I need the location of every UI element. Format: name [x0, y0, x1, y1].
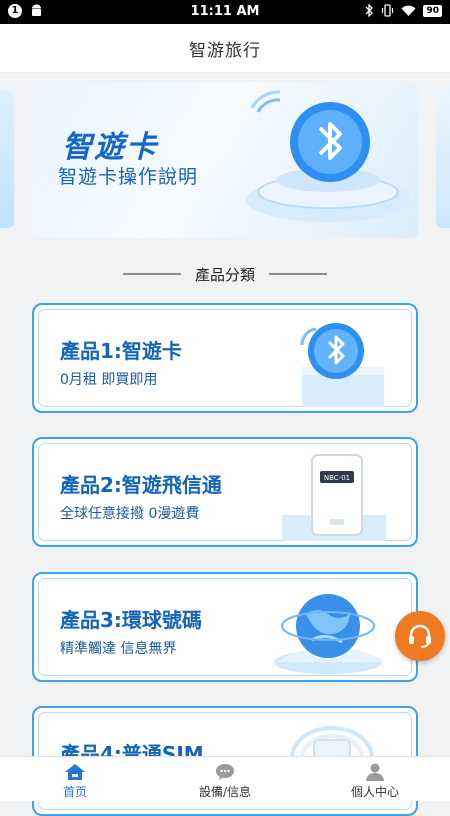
- product-title: 產品3:環球號碼: [60, 608, 202, 632]
- app-header: 智游旅行: [0, 24, 450, 73]
- bluetooth-card-icon: [300, 323, 384, 407]
- headset-icon: [409, 624, 431, 648]
- tab-profile[interactable]: 個人中心: [300, 757, 450, 801]
- status-bar: 1 11:11 AM 90: [0, 0, 450, 24]
- product-title: 產品2:智遊飛信通: [60, 473, 222, 497]
- page-title: 智游旅行: [189, 40, 261, 61]
- banner-subtitle: 智遊卡操作說明: [58, 166, 199, 188]
- banner-carousel[interactable]: 智遊卡 智遊卡操作說明: [0, 82, 450, 238]
- globe-icon: [274, 594, 384, 674]
- bluetooth-coin-illustration: [246, 90, 410, 222]
- product-card-1[interactable]: 產品1:智遊卡 0月租 即買即用: [32, 303, 418, 413]
- chat-icon: [216, 764, 234, 780]
- product-card-2[interactable]: 產品2:智遊飛信通 全球任意接撥 0漫遊費 NBC-01: [32, 437, 418, 547]
- divider-right: [269, 273, 327, 275]
- product-subtitle: 0月租 即買即用: [60, 372, 158, 388]
- product-title: 產品1:智遊卡: [60, 339, 182, 363]
- product-card-3[interactable]: 產品3:環球號碼 精準觸達 信息無界: [32, 572, 418, 682]
- home-icon: [65, 764, 85, 780]
- product-subtitle: 全球任意接撥 0漫遊費: [60, 506, 200, 522]
- customer-service-button[interactable]: [395, 611, 445, 661]
- battery-indicator: 90: [423, 4, 442, 17]
- device-label: NBC-01: [324, 474, 350, 482]
- person-icon: [366, 763, 384, 781]
- product-subtitle: 精準觸達 信息無界: [60, 641, 177, 657]
- bottom-tab-bar: 首页 設備/信息 個人中心: [0, 756, 450, 801]
- section-title: 產品分類: [194, 265, 255, 284]
- section-header: 產品分類: [0, 262, 450, 286]
- vibrate-icon: [382, 4, 394, 17]
- tab-device-info[interactable]: 設備/信息: [150, 757, 300, 801]
- banner-title: 智遊卡: [62, 130, 158, 165]
- tab-label: 個人中心: [350, 785, 399, 799]
- tab-label: 首页: [62, 785, 87, 799]
- divider-left: [122, 273, 181, 275]
- device-icon: NBC-01: [282, 454, 386, 541]
- tab-home[interactable]: 首页: [0, 757, 150, 801]
- tab-label: 設備/信息: [198, 785, 252, 799]
- banner-slide[interactable]: 智遊卡 智遊卡操作說明: [32, 82, 418, 238]
- bluetooth-icon: [366, 4, 374, 17]
- carousel-next-slide[interactable]: [436, 90, 450, 228]
- wifi-icon: [401, 5, 416, 16]
- carousel-prev-slide[interactable]: [0, 90, 14, 228]
